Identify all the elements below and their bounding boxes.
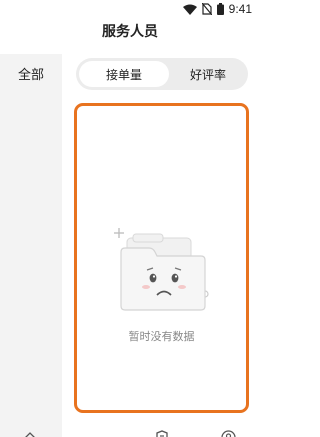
empty-state-message: 暂时没有数据 bbox=[128, 330, 195, 343]
no-sim-icon bbox=[201, 3, 212, 15]
shield-icon[interactable] bbox=[155, 426, 169, 437]
profile-icon[interactable] bbox=[221, 426, 236, 437]
content-card: 暂时没有数据 bbox=[74, 103, 249, 413]
active-dot-indicator bbox=[92, 429, 99, 437]
wifi-icon bbox=[182, 4, 197, 15]
bottom-nav bbox=[0, 424, 260, 437]
sidebar: 全部 bbox=[0, 54, 62, 437]
home-icon[interactable] bbox=[22, 426, 38, 437]
tab-switcher: 接单量 好评率 bbox=[76, 58, 248, 90]
tab-order-count[interactable]: 接单量 bbox=[79, 61, 169, 87]
sidebar-item-all[interactable]: 全部 bbox=[0, 64, 62, 83]
page-title: 服务人员 bbox=[102, 24, 158, 40]
screen: 9:41 服务人员 全部 接单量 好评率 暂时没有数据 bbox=[0, 0, 260, 437]
empty-folder-icon bbox=[113, 226, 213, 325]
tab-rating[interactable]: 好评率 bbox=[172, 58, 244, 90]
status-time: 9:41 bbox=[228, 2, 252, 16]
status-icons: 9:41 bbox=[182, 2, 252, 16]
status-bar: 9:41 bbox=[0, 0, 260, 18]
battery-icon bbox=[216, 3, 224, 15]
